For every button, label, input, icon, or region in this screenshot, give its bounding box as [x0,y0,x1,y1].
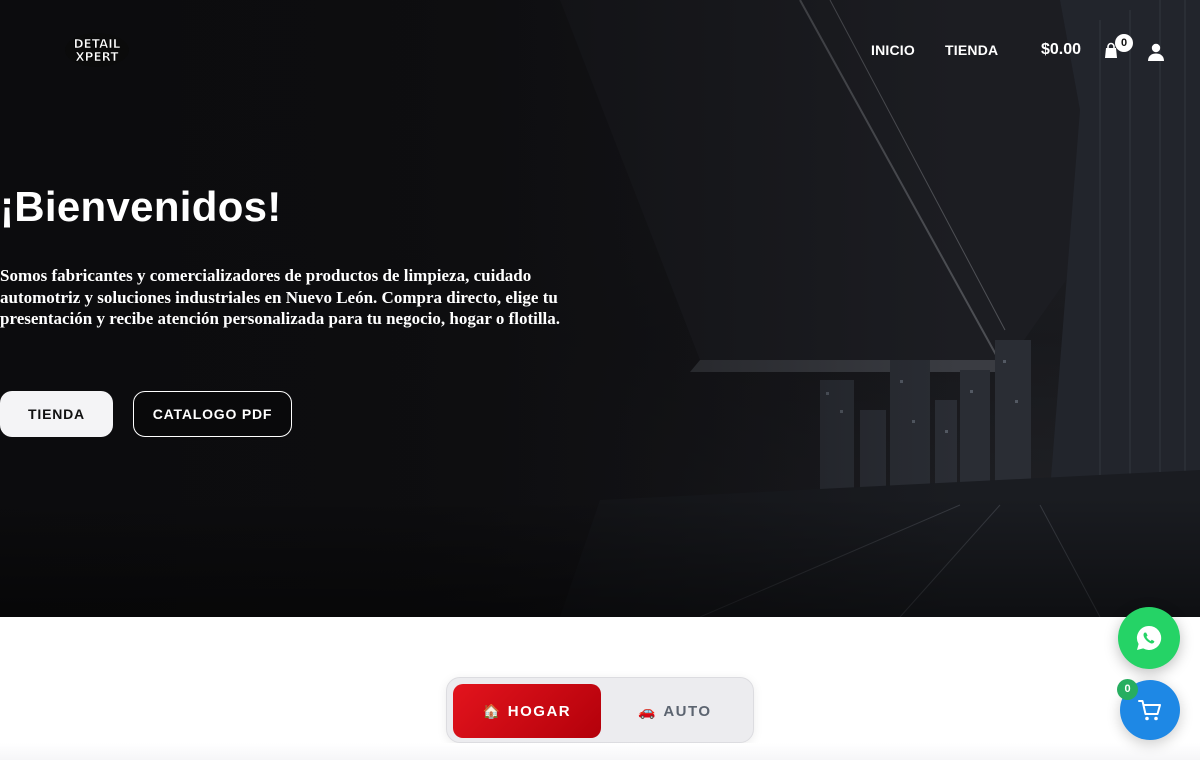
car-icon: 🚗 [638,702,658,719]
category-tabs: 🏠 HOGAR 🚗 AUTO [446,677,754,743]
tab-auto-label: AUTO [663,702,712,720]
tab-hogar-label: HOGAR [507,702,572,720]
section-divider [0,743,1200,760]
house-icon: 🏠 [482,702,502,719]
catalog-pdf-button[interactable]: CATALOGO PDF [133,391,292,437]
tab-hogar[interactable]: 🏠 HOGAR [453,684,601,738]
user-icon[interactable] [1146,42,1166,62]
hero-banner: DETAIL XPERT INICIO TIENDA $0.00 0 ¡Bien… [0,0,1200,617]
cart-icon [1138,700,1161,721]
cart-count-badge: 0 [1115,34,1133,52]
tab-auto[interactable]: 🚗 AUTO [603,684,747,738]
shop-button[interactable]: TIENDA [0,391,113,437]
nav-inicio[interactable]: INICIO [871,42,915,62]
hero-bottom-fade [0,497,1200,617]
floating-cart-count-badge: 0 [1117,679,1138,700]
logo-graphic: DETAIL XPERT [65,33,129,67]
whatsapp-icon [1136,625,1162,650]
svg-text:XPERT: XPERT [75,50,119,64]
svg-text:DETAIL: DETAIL [74,37,121,51]
nav-tienda[interactable]: TIENDA [945,42,998,62]
hero-title: ¡Bienvenidos! [0,183,282,230]
whatsapp-button[interactable] [1118,607,1180,669]
detail-xpert-logo[interactable]: DETAIL XPERT [64,32,130,68]
cart-total[interactable]: $0.00 [1041,41,1081,59]
hero-description: Somos fabricantes y comercializadores de… [0,266,561,328]
